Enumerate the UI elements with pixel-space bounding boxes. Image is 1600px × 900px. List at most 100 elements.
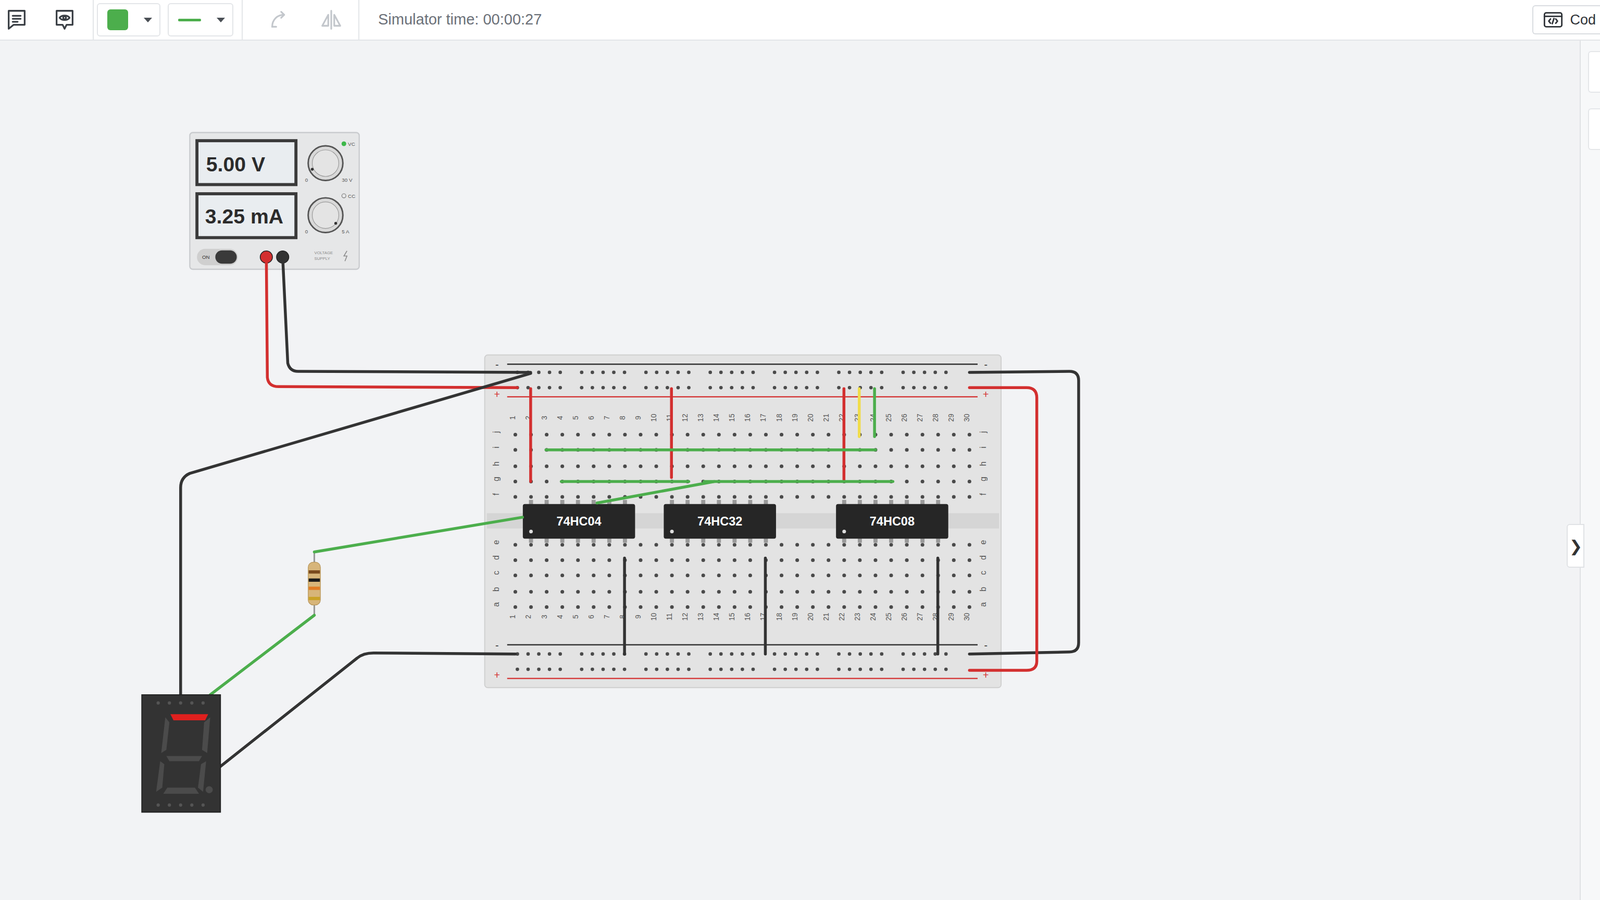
power-supply-body[interactable] [189, 132, 359, 270]
wire[interactable] [842, 388, 846, 480]
notes-button[interactable] [1, 4, 33, 36]
column-number: 15 [728, 413, 736, 422]
display-pin [179, 701, 183, 705]
resistor[interactable] [308, 552, 321, 617]
rail-hole [740, 652, 745, 656]
rail-line [507, 363, 978, 365]
side-panel [1579, 40, 1600, 900]
wire[interactable] [210, 615, 315, 695]
chip-body[interactable] [663, 504, 777, 540]
wire[interactable] [180, 373, 531, 696]
resistor-body[interactable] [308, 561, 321, 605]
hole [654, 605, 659, 609]
wire[interactable] [529, 388, 532, 482]
hole [920, 573, 925, 578]
hole [544, 479, 549, 484]
hole [873, 590, 878, 594]
hole [842, 590, 846, 594]
hole [920, 494, 925, 499]
wire[interactable] [764, 558, 767, 655]
switch-knob[interactable] [215, 250, 237, 264]
hole [717, 464, 721, 469]
knob[interactable] [308, 197, 344, 233]
rail-hole [944, 385, 948, 390]
knob-max: 5 A [341, 228, 350, 235]
hole [764, 432, 768, 437]
wire-color-dropdown[interactable] [96, 3, 161, 37]
column-number: 26 [900, 413, 909, 422]
wire[interactable] [969, 387, 1037, 671]
power-switch[interactable]: ON [196, 248, 238, 266]
rail-hole [815, 370, 820, 375]
pin1-marker-icon [670, 529, 674, 534]
hole [857, 558, 862, 562]
hole [701, 494, 706, 499]
breadboard[interactable]: --++--++11223344556677889910101111121213… [484, 355, 1002, 689]
rail-hole [751, 370, 756, 375]
toolbar-separator [241, 0, 243, 40]
wire[interactable] [282, 257, 531, 373]
wire[interactable] [857, 388, 861, 437]
rail-hole [590, 652, 595, 656]
mode-indicator-icon [341, 193, 346, 198]
ic-chip[interactable]: 74HC32 [663, 500, 777, 543]
wire[interactable] [622, 558, 626, 655]
circuit-canvas[interactable]: 5.00 V3.25 mAVC030 VCC05 AONVOLTAGESUPPL… [0, 40, 1580, 900]
wire[interactable] [872, 388, 876, 437]
rail-sign: - [983, 358, 988, 371]
hole [638, 464, 643, 469]
hole [826, 605, 831, 609]
display-pin [190, 701, 194, 705]
flip-icon [319, 7, 344, 32]
rail-hole [644, 385, 648, 390]
ic-chip[interactable]: 74HC04 [522, 500, 636, 543]
seven-segment-display[interactable] [141, 694, 221, 812]
hole [576, 605, 580, 609]
wire[interactable] [561, 480, 690, 483]
wire[interactable] [669, 388, 673, 478]
knob[interactable] [308, 145, 344, 181]
column-number: 1 [508, 415, 517, 420]
row-letter: g [978, 476, 988, 482]
rail-hole [901, 667, 906, 672]
wire[interactable] [266, 257, 518, 389]
rail-hole [933, 667, 937, 672]
hole [591, 432, 596, 437]
wire[interactable] [704, 480, 893, 483]
column-number: 16 [743, 413, 752, 422]
panel-toggle[interactable]: ❯ [1566, 523, 1585, 568]
breadboard-body[interactable] [484, 355, 1002, 689]
column-number: 6 [587, 614, 596, 619]
chip-body[interactable] [835, 504, 949, 540]
hole [513, 447, 518, 452]
hole [889, 464, 893, 469]
rail-hole [558, 385, 562, 390]
wire[interactable] [969, 371, 1079, 655]
code-button[interactable]: Cod [1532, 5, 1600, 35]
hole [952, 432, 956, 437]
hole [717, 558, 721, 562]
rail-hole [794, 652, 798, 656]
display-body[interactable] [141, 694, 221, 812]
chip-body[interactable] [522, 504, 636, 540]
side-panel-card[interactable] [1588, 108, 1600, 150]
wire[interactable] [314, 517, 523, 553]
hole [513, 479, 518, 484]
comments-button[interactable] [48, 4, 81, 36]
hole [857, 573, 862, 578]
wire[interactable] [936, 558, 940, 655]
hole [732, 494, 737, 499]
column-number: 21 [822, 613, 831, 621]
hole [701, 543, 706, 547]
wire-style-dropdown[interactable] [167, 3, 234, 37]
hole [685, 605, 690, 609]
hole [952, 573, 956, 578]
side-panel-card[interactable] [1588, 51, 1600, 93]
wire[interactable] [545, 448, 876, 452]
hole [905, 432, 909, 437]
power-supply[interactable]: 5.00 V3.25 mAVC030 VCC05 AONVOLTAGESUPPL… [189, 132, 359, 270]
wire[interactable] [596, 481, 715, 504]
wire[interactable] [219, 653, 516, 768]
rail-hole [611, 385, 616, 390]
ic-chip[interactable]: 74HC08 [835, 500, 949, 543]
